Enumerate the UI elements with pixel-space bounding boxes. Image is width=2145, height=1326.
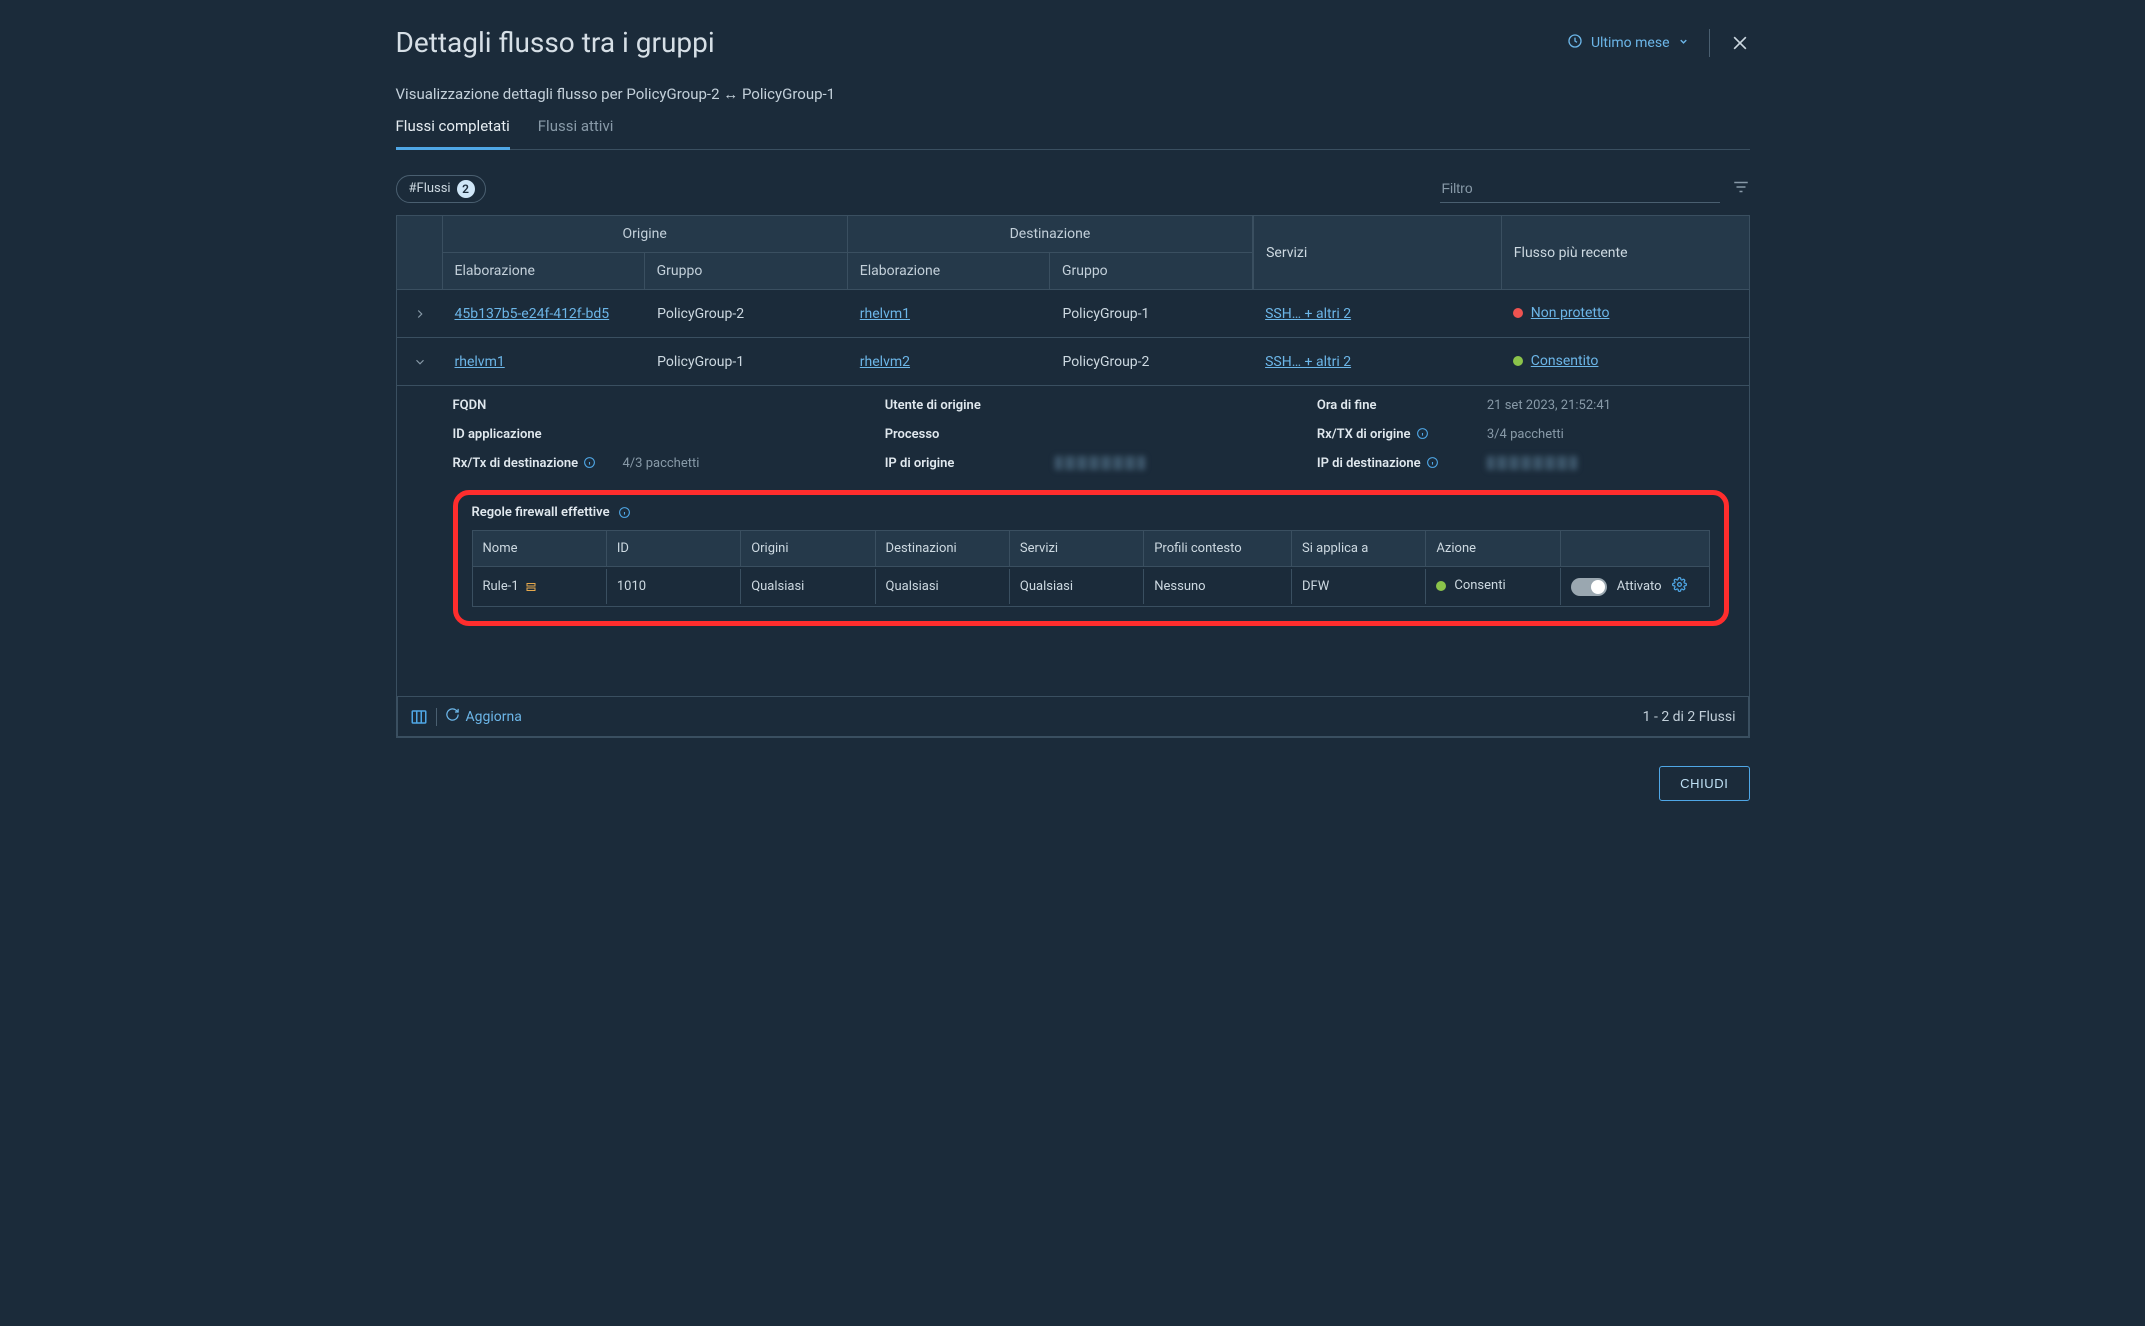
- origin-group-cell: PolicyGroup-2: [645, 296, 848, 332]
- fw-th-destinations: Destinazioni: [876, 531, 1010, 566]
- page-title: Dettagli flusso tra i gruppi: [396, 26, 715, 59]
- fw-rule-destinations: Qualsiasi: [876, 569, 1010, 604]
- status-link[interactable]: Non protetto: [1531, 305, 1610, 321]
- refresh-label: Aggiorna: [466, 709, 522, 725]
- fw-rule-id: 1010: [607, 569, 741, 604]
- value-src-ip: [1055, 456, 1317, 474]
- filter-input[interactable]: [1440, 174, 1720, 203]
- rule-enabled-toggle[interactable]: [1571, 578, 1607, 596]
- chevron-down-icon: [1678, 35, 1689, 51]
- services-link[interactable]: SSH… + altri 2: [1265, 306, 1351, 322]
- label-fqdn: FQDN: [453, 398, 613, 413]
- fw-th-id: ID: [607, 531, 741, 566]
- firewall-rule-row: Rule-1 1010 Qualsiasi Qualsiasi Qualsias…: [473, 566, 1709, 606]
- th-origin-group-col: Gruppo: [645, 253, 847, 289]
- th-origin-processing: Elaborazione: [443, 253, 645, 289]
- info-icon[interactable]: [618, 506, 631, 519]
- fw-rule-name: Rule-1: [483, 579, 519, 594]
- th-dest: Destinazione: [848, 216, 1252, 253]
- status-dot-icon: [1513, 356, 1523, 366]
- tab-active-flows[interactable]: Flussi attivi: [538, 117, 614, 149]
- rule-toggle-label: Attivato: [1617, 579, 1662, 594]
- fw-rule-applies-to: DFW: [1292, 569, 1426, 604]
- dest-group-cell: PolicyGroup-2: [1050, 344, 1253, 380]
- value-rx-tx-dest: 4/3 pacchetti: [623, 456, 885, 471]
- fw-th-toggle: [1561, 539, 1709, 559]
- label-rx-tx-src: Rx/TX di origine: [1317, 427, 1477, 442]
- divider: [1709, 29, 1710, 57]
- fw-th-origins: Origini: [741, 531, 875, 566]
- expand-toggle[interactable]: [397, 338, 443, 385]
- flows-chip-count: 2: [457, 180, 475, 198]
- column-toggle-icon[interactable]: [410, 708, 428, 726]
- filter-icon[interactable]: [1732, 178, 1750, 200]
- label-src-ip: IP di origine: [885, 456, 1045, 471]
- table-row: rhelvm1 PolicyGroup-1 rhelvm2 PolicyGrou…: [397, 337, 1749, 385]
- label-process: Processo: [885, 427, 1045, 442]
- origin-proc-link[interactable]: rhelvm1: [455, 354, 505, 370]
- divider: [436, 708, 437, 726]
- label-dest-ip: IP di destinazione: [1317, 456, 1477, 471]
- fw-rule-services: Qualsiasi: [1010, 569, 1144, 604]
- status-link[interactable]: Consentito: [1531, 353, 1599, 369]
- firewall-rules-section: Regole firewall effettive Nome ID Origin…: [453, 490, 1729, 626]
- dest-group-cell: PolicyGroup-1: [1050, 296, 1253, 332]
- status-dot-icon: [1513, 308, 1523, 318]
- label-rx-tx-dest: Rx/Tx di destinazione: [453, 456, 613, 471]
- th-services: Servizi: [1253, 216, 1501, 289]
- value-end-time: 21 set 2023, 21:52:41: [1487, 398, 1729, 413]
- clock-icon: [1567, 33, 1583, 53]
- value-rx-tx-src: 3/4 pacchetti: [1487, 427, 1729, 442]
- subheading: Visualizzazione dettagli flusso per Poli…: [396, 65, 1750, 117]
- th-latest-flow: Flusso più recente: [1501, 216, 1749, 289]
- th-dest-processing: Elaborazione: [848, 253, 1050, 289]
- tab-completed-flows[interactable]: Flussi completati: [396, 117, 510, 150]
- label-end-time: Ora di fine: [1317, 398, 1477, 413]
- services-link[interactable]: SSH… + altri 2: [1265, 354, 1351, 370]
- flows-chip[interactable]: #Flussi 2: [396, 175, 486, 203]
- fw-th-action: Azione: [1426, 531, 1560, 566]
- info-icon[interactable]: [1416, 427, 1429, 440]
- dest-proc-link[interactable]: rhelvm2: [860, 354, 910, 370]
- firewall-section-title: Regole firewall effettive: [472, 505, 610, 520]
- label-app-id: ID applicazione: [453, 427, 613, 442]
- action-dot-icon: [1436, 581, 1446, 591]
- dest-proc-link[interactable]: rhelvm1: [860, 306, 910, 322]
- fw-rule-origins: Qualsiasi: [741, 569, 875, 604]
- pager-text: 1 - 2 di 2 Flussi: [1643, 709, 1736, 725]
- rule-stack-icon: [525, 581, 537, 593]
- fw-rule-context: Nessuno: [1144, 569, 1292, 604]
- redacted-value: [1487, 456, 1577, 470]
- origin-group-cell: PolicyGroup-1: [645, 344, 848, 380]
- th-dest-group-col: Gruppo: [1050, 253, 1252, 289]
- table-row: 45b137b5-e24f-412f-bd5 PolicyGroup-2 rhe…: [397, 289, 1749, 337]
- tabs: Flussi completati Flussi attivi: [396, 117, 1750, 150]
- gear-icon[interactable]: [1672, 577, 1687, 596]
- refresh-link[interactable]: Aggiorna: [445, 707, 522, 726]
- firewall-table-header: Nome ID Origini Destinazioni Servizi Pro…: [473, 531, 1709, 566]
- row-details: FQDN Utente di origine Ora di fine 21 se…: [397, 385, 1749, 626]
- info-icon[interactable]: [1426, 456, 1439, 469]
- fw-th-applies-to: Si applica a: [1292, 531, 1426, 566]
- info-icon[interactable]: [583, 456, 596, 469]
- origin-proc-link[interactable]: 45b137b5-e24f-412f-bd5: [455, 306, 610, 322]
- fw-th-services: Servizi: [1010, 531, 1144, 566]
- label-src-user: Utente di origine: [885, 398, 1045, 413]
- fw-th-context: Profili contesto: [1144, 531, 1292, 566]
- time-range-label: Ultimo mese: [1591, 35, 1670, 51]
- fw-th-name: Nome: [473, 531, 607, 566]
- redacted-value: [1055, 456, 1145, 470]
- expand-toggle[interactable]: [397, 290, 443, 337]
- flows-chip-label: #Flussi: [409, 181, 451, 196]
- close-button[interactable]: CHIUDI: [1659, 766, 1749, 801]
- time-range-dropdown[interactable]: Ultimo mese: [1567, 33, 1689, 53]
- th-origin: Origine: [443, 216, 847, 253]
- refresh-icon: [445, 707, 460, 726]
- close-icon[interactable]: [1730, 33, 1750, 53]
- value-dest-ip: [1487, 456, 1729, 474]
- fw-rule-action: Consenti: [1454, 578, 1505, 593]
- table-header: Origine Elaborazione Gruppo Destinazione…: [397, 216, 1749, 289]
